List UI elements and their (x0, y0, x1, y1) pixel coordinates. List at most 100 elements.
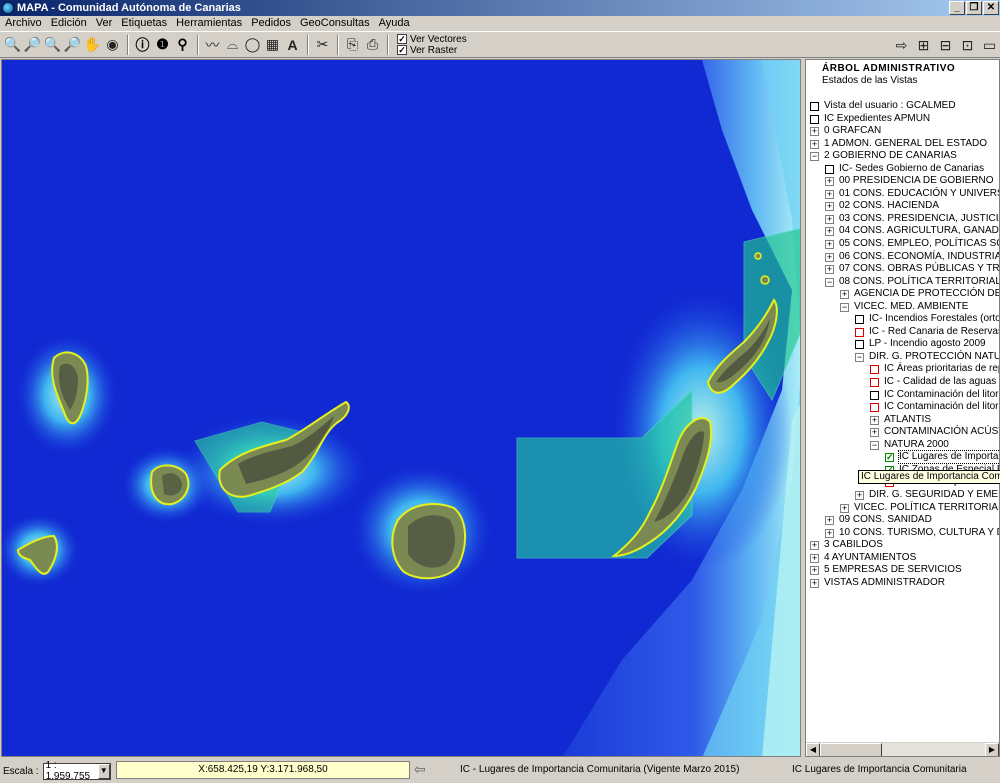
tree-item[interactable]: LP - Incendio agosto 2009 (806, 338, 999, 351)
tree-item[interactable]: +04 CONS. AGRICULTURA, GANAD, PESCA (806, 225, 999, 238)
ver-vectores-checkbox[interactable]: ✓ Ver Vectores (397, 34, 467, 45)
expand-icon[interactable]: + (825, 177, 834, 187)
minimize-button[interactable]: _ (949, 1, 965, 15)
expand-icon[interactable]: + (825, 227, 834, 237)
collapse-icon[interactable]: − (855, 352, 864, 362)
expand-icon[interactable]: + (810, 541, 819, 551)
maximize-button[interactable]: ❐ (966, 1, 982, 15)
panel-toggle-icon[interactable]: ▭ (980, 35, 999, 55)
expand-icon[interactable]: + (825, 252, 834, 262)
layer-checkbox-icon[interactable] (810, 114, 819, 124)
measure-area-icon[interactable]: ⌓ (223, 35, 242, 55)
expand-icon[interactable]: + (810, 127, 819, 137)
expand-icon[interactable]: + (870, 428, 879, 438)
menu-pedidos[interactable]: Pedidos (248, 17, 297, 29)
layer-checkbox-icon[interactable] (810, 102, 819, 111)
horizontal-scrollbar[interactable]: ◀ ▶ (806, 742, 999, 756)
expand-icon[interactable]: + (855, 490, 864, 500)
collapse-icon[interactable]: − (870, 440, 879, 450)
map-svg[interactable] (2, 60, 801, 757)
menu-ver[interactable]: Ver (93, 17, 119, 29)
expand-icon[interactable]: + (825, 265, 834, 275)
tree-item[interactable]: +00 PRESIDENCIA DE GOBIERNO (806, 175, 999, 188)
tree-collapse-icon[interactable]: ⊟ (936, 35, 955, 55)
expand-icon[interactable]: + (810, 566, 819, 576)
tree-item[interactable]: + DIR. G. SEGURIDAD Y EMERGENCIAS (806, 489, 999, 502)
tree-item[interactable]: +09 CONS. SANIDAD (806, 514, 999, 527)
tree-item[interactable]: IC - Calidad de las aguas costeras (806, 376, 999, 389)
tree-options-icon[interactable]: ⊡ (958, 35, 977, 55)
forward-arrow-icon[interactable]: ⇨ (892, 35, 911, 55)
tree-item[interactable]: IC - Red Canaria de Reservas de la (806, 326, 999, 339)
collapse-icon[interactable]: − (840, 302, 849, 312)
tree-item[interactable]: +02 CONS. HACIENDA (806, 200, 999, 213)
tree-item[interactable]: +05 CONS. EMPLEO, POLÍTICAS SOCIALES (806, 238, 999, 251)
menu-etiquetas[interactable]: Etiquetas (118, 17, 173, 29)
menu-archivo[interactable]: Archivo (2, 17, 48, 29)
tree-item[interactable]: + ATLANTIS (806, 414, 999, 427)
chevron-down-icon[interactable]: ▼ (97, 763, 110, 779)
expand-icon[interactable]: + (810, 553, 819, 563)
tree-item[interactable]: +5 EMPRESAS DE SERVICIOS (806, 564, 999, 577)
menu-ayuda[interactable]: Ayuda (376, 17, 416, 29)
tree-item[interactable]: +4 AYUNTAMIENTOS (806, 552, 999, 565)
tree-item[interactable]: +0 GRAFCAN (806, 125, 999, 138)
tree-item[interactable]: Vista del usuario : GCALMED (806, 100, 999, 113)
collapse-icon[interactable]: − (825, 277, 834, 287)
expand-icon[interactable]: + (825, 189, 834, 199)
zoom-previous-icon[interactable]: 🔎 (63, 35, 82, 55)
tree-item[interactable]: ✓ IC Lugares de Importancia Comunitaria (806, 450, 999, 465)
layer-checkbox-icon[interactable]: ✓ (885, 453, 894, 463)
ver-raster-checkbox[interactable]: ✓ Ver Raster (397, 45, 467, 56)
scale-select[interactable]: 1 : 1.959.755 ▼ (42, 760, 111, 782)
measure-line-icon[interactable]: 〰 (203, 35, 222, 55)
tree-item[interactable]: IC Áreas prioritarias de reproducción (806, 363, 999, 376)
copy-icon[interactable]: ⎘ (343, 35, 362, 55)
tree-item[interactable]: +10 CONS. TURISMO, CULTURA Y DEPORTES (806, 527, 999, 540)
expand-icon[interactable]: + (870, 415, 879, 425)
menu-herramientas[interactable]: Herramientas (173, 17, 248, 29)
binoculars-icon[interactable]: ⚲ (173, 35, 192, 55)
menu-edicion[interactable]: Edición (48, 17, 93, 29)
expand-icon[interactable]: + (825, 516, 834, 526)
tree-item[interactable]: +06 CONS. ECONOMÍA, INDUSTRIA, COMERCIO (806, 251, 999, 264)
tree-item[interactable]: + VISTAS ADMINISTRADOR (806, 577, 999, 590)
close-button[interactable]: ✕ (983, 1, 999, 15)
tree-item[interactable]: +1 ADMON. GENERAL DEL ESTADO (806, 138, 999, 151)
tree-item[interactable]: +01 CONS. EDUCACIÓN Y UNIVERSIDADES (806, 188, 999, 201)
tree-item[interactable]: + AGENCIA DE PROTECCIÓN DEL MEDIO (806, 288, 999, 301)
tree-item[interactable]: IC Contaminación del litoral. Año (806, 389, 999, 402)
feature-info-icon[interactable]: ❶ (153, 35, 172, 55)
expand-icon[interactable]: + (825, 240, 834, 250)
expand-icon[interactable]: + (840, 290, 849, 300)
tree-item[interactable]: IC Expedientes APMUN (806, 113, 999, 126)
tree-item[interactable]: −2 GOBIERNO DE CANARIAS (806, 150, 999, 163)
zoom-in-icon[interactable]: 🔎 (23, 35, 42, 55)
full-extent-icon[interactable]: ◉ (103, 35, 122, 55)
tree-expand-icon[interactable]: ⊞ (914, 35, 933, 55)
grid-select-icon[interactable]: ▦ (263, 35, 282, 55)
layer-checkbox-icon[interactable] (870, 390, 879, 400)
expand-icon[interactable]: + (825, 528, 834, 538)
tree-item[interactable]: +3 CABILDOS (806, 539, 999, 552)
layer-checkbox-icon[interactable] (825, 164, 834, 174)
tree-item[interactable]: −08 CONS. POLÍTICA TERRITORIAL, SOSTENIB… (806, 276, 999, 289)
layer-checkbox-icon[interactable] (870, 378, 879, 388)
tree-item[interactable]: +03 CONS. PRESIDENCIA, JUSTICIA E IGUALD… (806, 213, 999, 226)
tree-item[interactable]: −DIR. G. PROTECCIÓN NATURALEZA (806, 351, 999, 364)
layer-checkbox-icon[interactable] (870, 403, 879, 413)
layer-checkbox-icon[interactable] (855, 315, 864, 325)
pan-hand-icon[interactable]: ✋ (83, 35, 102, 55)
scroll-thumb[interactable] (820, 743, 882, 756)
print-icon[interactable]: ⎙ (363, 35, 382, 55)
map-canvas[interactable] (1, 59, 801, 757)
back-arrow-icon[interactable]: ⇦ (414, 762, 432, 778)
expand-icon[interactable]: + (810, 139, 819, 149)
tree-item[interactable]: + CONTAMINACIÓN ACÚSTICA (806, 426, 999, 439)
zoom-out-icon[interactable]: 🔍 (43, 35, 62, 55)
expand-icon[interactable]: + (810, 578, 819, 588)
expand-icon[interactable]: + (825, 202, 834, 212)
zoom-icon[interactable]: 🔍 (3, 35, 22, 55)
label-text-icon[interactable]: A (283, 35, 302, 55)
layer-checkbox-icon[interactable] (870, 365, 879, 375)
